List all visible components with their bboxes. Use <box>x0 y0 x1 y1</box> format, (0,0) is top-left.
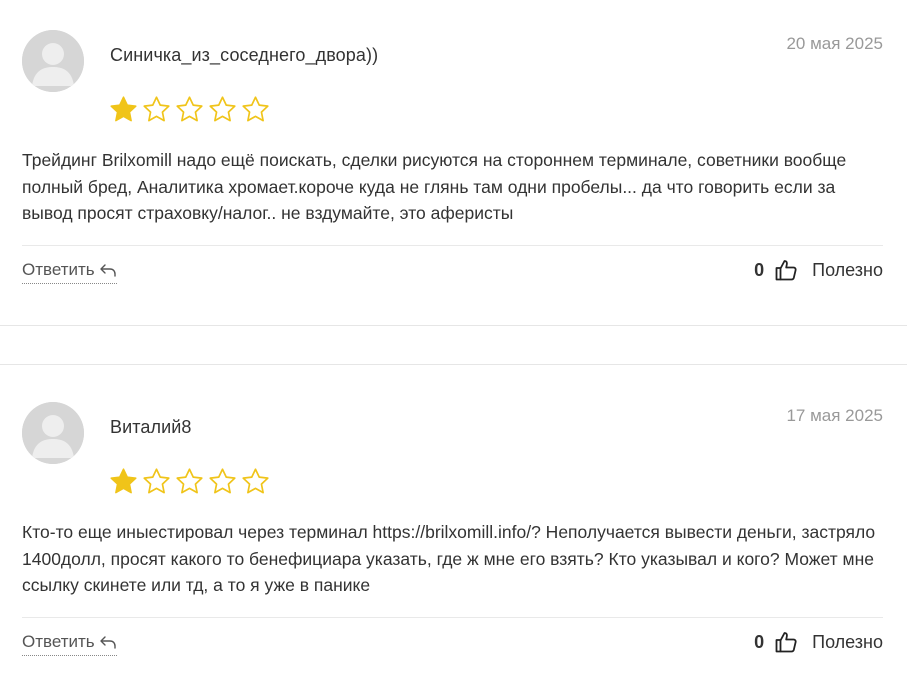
user-silhouette-icon <box>22 402 84 464</box>
rating-stars <box>108 94 271 128</box>
reply-link[interactable]: Ответить <box>22 260 117 284</box>
star-empty-icon <box>176 96 203 122</box>
star-filled-icon <box>110 468 137 494</box>
star-empty-icon <box>242 96 269 122</box>
review-text: Кто-то еще иныестировал через терминал h… <box>22 522 876 595</box>
star-empty-icon <box>176 468 203 494</box>
reply-link[interactable]: Ответить <box>22 632 117 656</box>
useful-block: 0 Полезно <box>754 258 883 282</box>
useful-block: 0 Полезно <box>754 630 883 654</box>
review-author: Виталий8 <box>110 417 192 437</box>
useful-button[interactable]: Полезно <box>812 632 883 653</box>
rating-stars <box>108 466 271 500</box>
star-empty-icon <box>209 468 236 494</box>
star-empty-icon <box>242 468 269 494</box>
thumbs-up-icon[interactable] <box>774 258 798 282</box>
star-empty-icon <box>209 96 236 122</box>
useful-count: 0 <box>754 259 765 280</box>
review-date: 17 мая 2025 <box>786 406 883 425</box>
section-divider <box>0 364 907 365</box>
avatar <box>22 402 84 464</box>
review-text: Трейдинг Brilxomill надо ещё поискать, с… <box>22 150 847 223</box>
reply-label: Ответить <box>22 260 95 279</box>
thumbs-up-icon[interactable] <box>774 630 798 654</box>
star-empty-icon <box>143 468 170 494</box>
star-empty-icon <box>143 96 170 122</box>
avatar <box>22 30 84 92</box>
user-silhouette-icon <box>22 30 84 92</box>
divider <box>22 617 883 618</box>
review-author: Синичка_из_соседнего_двора)) <box>110 45 379 65</box>
reply-arrow-icon <box>99 636 116 649</box>
useful-button[interactable]: Полезно <box>812 260 883 281</box>
reply-arrow-icon <box>99 264 116 277</box>
divider <box>22 245 883 246</box>
review-date: 20 мая 2025 <box>786 34 883 53</box>
star-filled-icon <box>110 96 137 122</box>
useful-count: 0 <box>754 631 765 652</box>
section-divider <box>0 325 907 326</box>
reply-label: Ответить <box>22 632 95 651</box>
